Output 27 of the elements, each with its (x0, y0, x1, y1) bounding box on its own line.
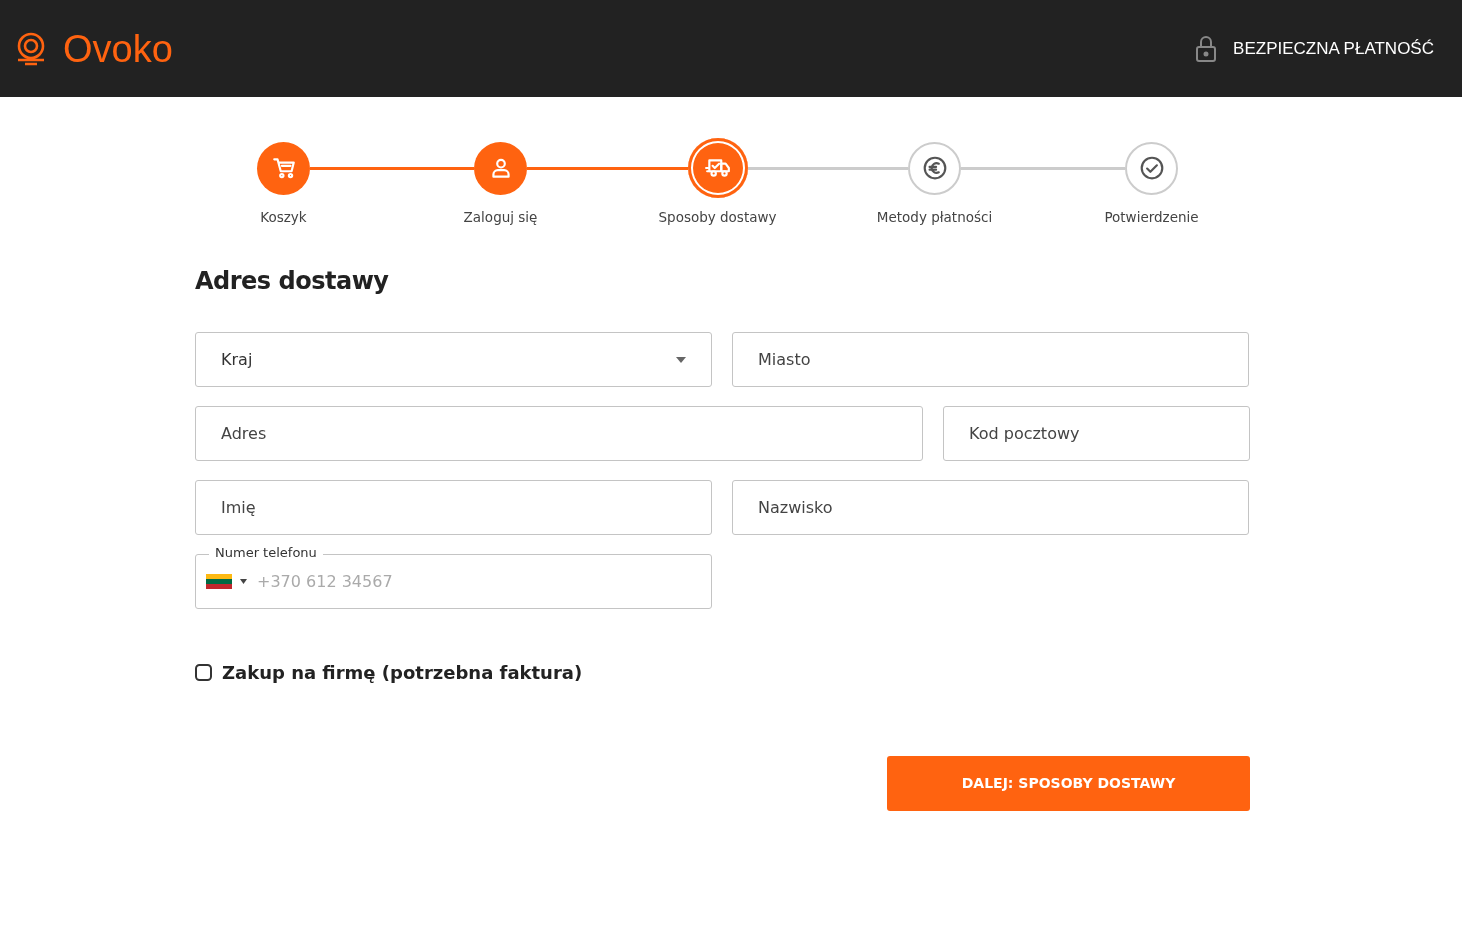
checkbox-label[interactable]: Zakup na firmę (potrzebna faktura) (222, 659, 583, 687)
caret-icon[interactable] (240, 579, 247, 585)
company-checkbox[interactable] (195, 664, 212, 682)
logo-text[interactable]: Ovoko (63, 29, 173, 68)
text-field[interactable]: Imię (195, 480, 712, 536)
text-field[interactable]: Kod pocztowy (943, 406, 1250, 462)
step-circle[interactable] (908, 141, 961, 195)
logo-icon (15, 31, 47, 66)
check-circle-icon (1138, 155, 1165, 181)
section-title: Adres dostawy (195, 267, 390, 297)
text-field[interactable]: Nazwisko (732, 480, 1249, 536)
step-label: Sposoby dostawy (657, 208, 778, 227)
country-select[interactable]: Kraj (195, 332, 712, 388)
step-label: Metody płatności (875, 208, 994, 227)
step-label: Zaloguj się (462, 208, 539, 227)
secure-payment-label: BEZPIECZNA PŁATNOŚĆ (1233, 37, 1434, 60)
flag-icon[interactable] (206, 574, 232, 590)
step-label: Koszyk (259, 208, 308, 227)
euro-icon (921, 155, 948, 181)
cart-icon (270, 155, 297, 181)
text-field[interactable]: Adres (195, 406, 923, 462)
lock-icon (1195, 34, 1218, 63)
step-label: Potwierdzenie (1103, 208, 1200, 227)
select-placeholder: Kraj (221, 348, 253, 371)
caret-icon (676, 356, 686, 363)
text-field[interactable]: Miasto (732, 332, 1249, 388)
step-circle[interactable] (1125, 141, 1178, 195)
